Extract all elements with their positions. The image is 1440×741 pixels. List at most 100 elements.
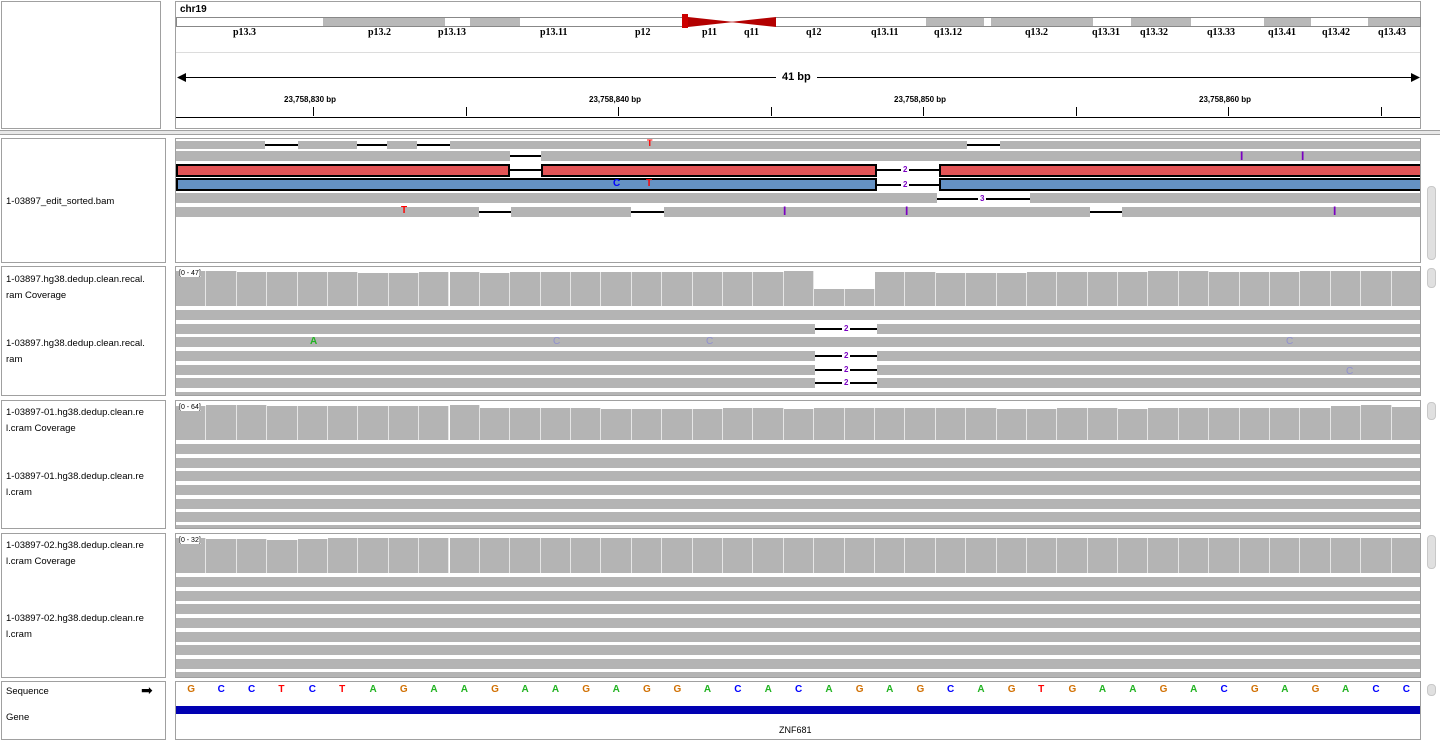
coverage-bar — [1300, 537, 1331, 573]
mismatch-c: C — [1286, 336, 1294, 347]
coverage-bar — [1057, 408, 1088, 440]
name-panel-bam: 1-03897_edit_sorted.bam — [1, 138, 166, 263]
coverage-bar — [206, 539, 237, 573]
mismatch-c: C — [613, 178, 621, 189]
sequence-base: A — [369, 684, 377, 695]
coverage-bar — [814, 288, 845, 306]
track-label-recal-coverage[interactable]: 1-03897.hg38.dedup.clean.recal. — [6, 272, 145, 288]
scrollbar-recal[interactable] — [1427, 268, 1436, 288]
cytoband-label: p13.13 — [438, 27, 467, 38]
coverage-bar — [1026, 537, 1058, 573]
coverage-bar — [1209, 407, 1240, 440]
read-forward[interactable] — [939, 164, 1420, 177]
sequence-base: A — [764, 684, 772, 695]
read-forward[interactable] — [541, 164, 877, 177]
coverage-bar — [631, 537, 663, 573]
scrollbar-s02[interactable] — [1427, 535, 1436, 569]
read-forward[interactable] — [176, 164, 510, 177]
scrollbar-s01[interactable] — [1427, 402, 1436, 420]
track-label-s02[interactable]: 1-03897-02.hg38.dedup.clean.re — [6, 611, 144, 627]
cytoband-label: p11 — [702, 27, 718, 38]
coverage-bar — [1178, 537, 1210, 573]
track-label-recal[interactable]: 1-03897.hg38.dedup.clean.recal. — [6, 336, 145, 352]
cytoband-label: q13.31 — [1092, 27, 1121, 38]
name-panel-feature: Sequence ➡ Gene — [1, 681, 166, 740]
track-label-recal-2[interactable]: ram — [6, 352, 22, 368]
coverage-bar — [1270, 408, 1301, 440]
strand-arrow-icon[interactable]: ➡ — [141, 682, 153, 699]
tick — [923, 107, 924, 116]
track-label-s01[interactable]: 1-03897-01.hg38.dedup.clean.re — [6, 469, 144, 485]
sequence-base: G — [643, 684, 651, 695]
cytoband-label: p13.2 — [368, 27, 392, 38]
tick — [618, 107, 619, 116]
coverage-bar — [753, 537, 784, 573]
gene-feature[interactable] — [176, 706, 1420, 714]
coverage-bar — [844, 288, 875, 306]
cytoband-label: q13.12 — [934, 27, 963, 38]
coverage-bar — [206, 271, 237, 306]
track-label-bam[interactable]: 1-03897_edit_sorted.bam — [6, 194, 114, 210]
coverage-bar — [996, 272, 1027, 306]
deletion-count: 3 — [978, 194, 987, 204]
deletion-count: 2 — [901, 180, 910, 190]
tick — [1228, 107, 1229, 116]
track-label-s01-2[interactable]: l.cram — [6, 485, 32, 501]
track-label-s01-coverage[interactable]: 1-03897-01.hg38.dedup.clean.re — [6, 405, 144, 421]
coverage-bar — [479, 537, 511, 573]
cytoband-label: p12 — [635, 27, 651, 38]
read-reverse[interactable] — [939, 178, 1420, 191]
track-label-s01-coverage-2[interactable]: l.cram Coverage — [6, 421, 76, 437]
cytoband-label: q13.41 — [1268, 27, 1297, 38]
coverage-bar — [692, 537, 723, 573]
coverage-bar — [753, 408, 784, 440]
alignment-track-bam[interactable]: T I I 2 2 C T 3 T I I I — [175, 138, 1421, 263]
cytoband-label: q13.33 — [1207, 27, 1236, 38]
chromosome-ideogram[interactable]: p13.3 p13.2 p13.13 p13.11 p12 p11 q11 q1… — [176, 0, 1421, 45]
coverage-track-s02[interactable]: [0 - 32] — [175, 533, 1421, 573]
feature-track[interactable]: GCCTCTAGAAGAAGAGGACACAGAGCAGTGAAGACGAGAC… — [175, 681, 1421, 740]
sequence-base: G — [582, 684, 591, 695]
tick-label: 23,758,840 bp — [589, 95, 642, 104]
coverage-range: [0 - 47] — [179, 270, 201, 277]
deletion-count: 2 — [901, 165, 910, 175]
sequence-track[interactable]: GCCTCTAGAAGAAGAGGACACAGAGCAGTGAAGACGAGAC… — [176, 684, 1420, 698]
cytoband-label: p13.11 — [540, 27, 568, 38]
read-reverse[interactable] — [176, 178, 877, 191]
coverage-bar — [996, 409, 1027, 440]
alignment-track-s01[interactable] — [175, 440, 1421, 529]
coverage-bar — [1239, 272, 1271, 306]
coverage-bar — [540, 408, 572, 440]
sequence-base: C — [247, 684, 256, 695]
track-label-s02-coverage-2[interactable]: l.cram Coverage — [6, 554, 76, 570]
right-arrow-icon — [1411, 73, 1420, 82]
mismatch-a: A — [310, 336, 318, 347]
track-label-s02-coverage[interactable]: 1-03897-02.hg38.dedup.clean.re — [6, 538, 144, 554]
coverage-bar — [419, 406, 450, 440]
coverage-bar — [1239, 407, 1271, 440]
coverage-bar — [449, 537, 480, 573]
coverage-bar — [1118, 272, 1149, 306]
sequence-base: G — [673, 684, 682, 695]
sequence-base: A — [1098, 684, 1107, 695]
sequence-base: T — [339, 684, 346, 695]
tick — [466, 107, 467, 116]
coverage-bar — [1239, 538, 1271, 573]
coverage-range: [0 - 64] — [179, 404, 201, 411]
tick — [1076, 107, 1077, 116]
coverage-track-s01[interactable]: [0 - 64] — [175, 400, 1421, 440]
sequence-base: C — [1402, 684, 1411, 695]
sequence-base: A — [1342, 684, 1350, 695]
coverage-track-recal[interactable]: [0 - 47] — [175, 266, 1421, 306]
coverage-bar — [814, 407, 845, 440]
alignment-track-s02[interactable] — [175, 573, 1421, 678]
track-label-s02-2[interactable]: l.cram — [6, 627, 32, 643]
gene-label: Gene — [6, 712, 30, 723]
left-arrow-icon — [177, 73, 186, 82]
scrollbar-bam[interactable] — [1427, 186, 1436, 260]
track-label-recal-coverage-2[interactable]: ram Coverage — [6, 288, 66, 304]
coverage-bar — [1178, 408, 1210, 440]
alignment-track-recal[interactable]: 2 A C C C 2 2 2 C — [175, 306, 1421, 396]
scrollbar-feature[interactable] — [1427, 684, 1436, 696]
coverage-bar — [419, 537, 450, 573]
